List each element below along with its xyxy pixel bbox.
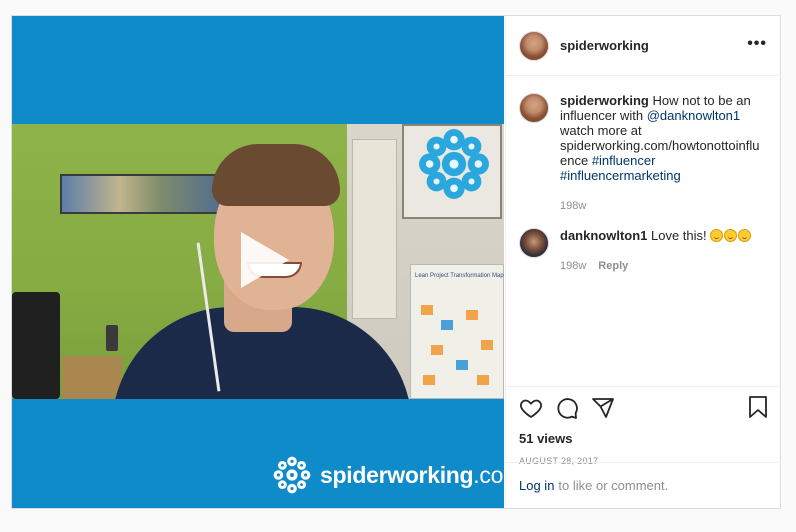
video-map-title: Lean Project Transformation Map bbox=[415, 273, 504, 279]
hashtag-link[interactable]: #influencer bbox=[592, 153, 656, 168]
smiling-emoji-icon bbox=[738, 229, 752, 242]
sticky-note bbox=[423, 375, 435, 385]
comment-text: Love this! bbox=[647, 228, 711, 243]
views-count[interactable]: 51 views bbox=[519, 431, 768, 446]
sticky-note bbox=[466, 310, 478, 320]
comment-username[interactable]: danknowlton1 bbox=[560, 228, 647, 243]
heart-icon[interactable] bbox=[519, 396, 543, 420]
spiderworking-logo: spiderworking.com bbox=[272, 453, 504, 497]
reply-button[interactable]: Reply bbox=[598, 259, 628, 274]
play-icon[interactable] bbox=[241, 232, 289, 288]
video-player[interactable]: Lean Project Transformation Map bbox=[12, 124, 504, 399]
post-media[interactable]: Lean Project Transformation Map spiderwo… bbox=[12, 16, 504, 508]
post-actions: 51 views AUGUST 28, 2017 bbox=[506, 386, 781, 466]
avatar[interactable] bbox=[519, 93, 549, 123]
smiling-emoji-icon bbox=[710, 229, 724, 242]
caption-text-more: watch more at spiderworking.com/howtonot… bbox=[560, 123, 760, 168]
caption: spiderworking How not to be an influence… bbox=[519, 93, 765, 214]
spiderworking-flower-icon bbox=[419, 129, 489, 199]
sticky-note bbox=[477, 375, 489, 385]
caption-username[interactable]: spiderworking bbox=[560, 93, 649, 108]
caption-age[interactable]: 198w bbox=[560, 199, 586, 214]
comments-list: spiderworking How not to be an influence… bbox=[506, 77, 781, 385]
login-text: to like or comment. bbox=[558, 478, 669, 493]
avatar[interactable] bbox=[519, 30, 549, 61]
spiderworking-flower-icon bbox=[273, 456, 311, 494]
header-username[interactable]: spiderworking bbox=[560, 38, 649, 53]
action-icons bbox=[519, 395, 768, 421]
hashtag-link[interactable]: #influencermarketing bbox=[560, 168, 681, 183]
mention-link[interactable]: @danknowlton1 bbox=[647, 108, 740, 123]
sticky-note bbox=[481, 340, 493, 350]
post-card: Lean Project Transformation Map spiderwo… bbox=[11, 15, 781, 509]
smiling-emoji-icon bbox=[724, 229, 738, 242]
bookmark-icon[interactable] bbox=[747, 395, 769, 424]
video-chair bbox=[12, 292, 60, 399]
person-hair bbox=[212, 144, 340, 206]
sticky-note bbox=[421, 305, 433, 315]
video-map-board: Lean Project Transformation Map bbox=[410, 264, 504, 399]
comment-age[interactable]: 198w bbox=[560, 259, 586, 274]
brand-text: spiderworking.com bbox=[320, 462, 504, 489]
sticky-note bbox=[431, 345, 443, 355]
login-prompt: Log in to like or comment. bbox=[506, 462, 781, 508]
comment-meta: 198w Reply bbox=[560, 259, 765, 274]
share-icon[interactable] bbox=[591, 396, 615, 420]
more-horizontal-icon[interactable]: ••• bbox=[747, 36, 767, 52]
sticky-note bbox=[456, 360, 468, 370]
login-link[interactable]: Log in bbox=[519, 478, 554, 493]
comment-icon[interactable] bbox=[555, 396, 579, 420]
comment-item: danknowlton1 Love this! 198w Reply bbox=[519, 228, 765, 274]
caption-meta: 198w bbox=[560, 199, 765, 214]
caption-body: spiderworking How not to be an influence… bbox=[560, 93, 765, 214]
sticky-note bbox=[441, 320, 453, 330]
brand-name: spiderworking bbox=[320, 461, 474, 488]
comment-body: danknowlton1 Love this! 198w Reply bbox=[560, 228, 765, 274]
avatar[interactable] bbox=[519, 228, 549, 258]
post-side-panel: spiderworking ••• spiderworking How not … bbox=[505, 16, 781, 508]
post-header: spiderworking ••• bbox=[506, 16, 781, 76]
brand-suffix: .com bbox=[473, 461, 504, 488]
